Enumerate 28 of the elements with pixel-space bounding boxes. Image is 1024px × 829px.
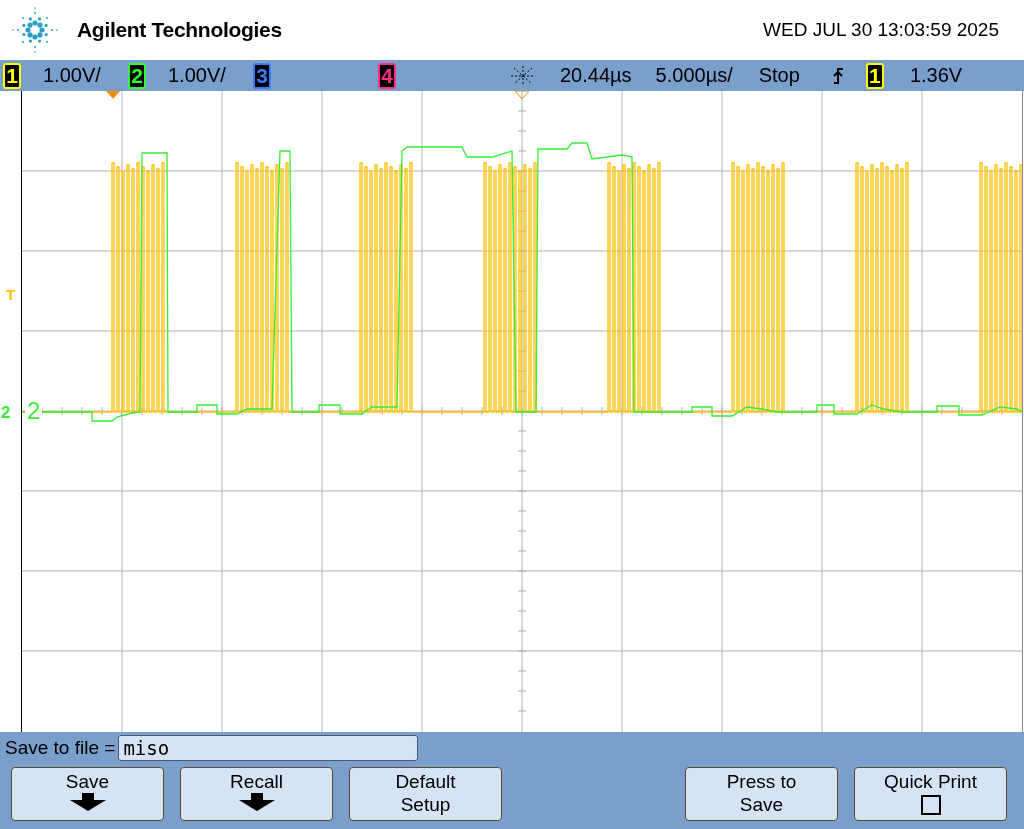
- checkbox[interactable]: [920, 795, 941, 815]
- file-name-field[interactable]: miso: [118, 735, 419, 761]
- softkey-button[interactable]: Press to Save: [685, 767, 838, 821]
- softkey-button[interactable]: Recall: [180, 767, 333, 821]
- ground-marker: 2: [1, 403, 11, 423]
- starburst-logo-icon: [10, 5, 60, 55]
- softkey-button[interactable]: Quick Print: [854, 767, 1007, 821]
- brand-name: Agilent Technologies: [77, 18, 282, 42]
- rising-edge-icon: [831, 66, 844, 85]
- channel-scale: 1.00V/: [43, 64, 101, 87]
- save-label: Save to file =: [5, 737, 116, 759]
- trigger-channel-badge[interactable]: 1: [865, 62, 884, 89]
- softkey-button[interactable]: Save: [11, 767, 164, 821]
- channel-scale: 1.00V/: [168, 64, 226, 87]
- date-time: WED JUL 30 13:03:59 2025: [763, 19, 999, 41]
- timebase-value: 5.000µs/: [655, 64, 733, 87]
- down-arrow-icon: [69, 793, 106, 811]
- channel-badge[interactable]: 1: [3, 62, 21, 89]
- down-arrow-icon: [238, 793, 275, 811]
- softkey-button[interactable]: Default Setup: [349, 767, 502, 821]
- channel-badge[interactable]: 4: [378, 62, 396, 89]
- trigger-level: 1.36V: [909, 64, 963, 87]
- trigger-level-marker: T: [6, 286, 16, 303]
- acquisition-icon: [510, 64, 536, 87]
- channel-badge[interactable]: 3: [253, 62, 271, 89]
- run-state: Stop: [758, 64, 800, 87]
- delay-value: 20.44µs: [560, 64, 632, 87]
- channel-badge[interactable]: 2: [128, 62, 146, 89]
